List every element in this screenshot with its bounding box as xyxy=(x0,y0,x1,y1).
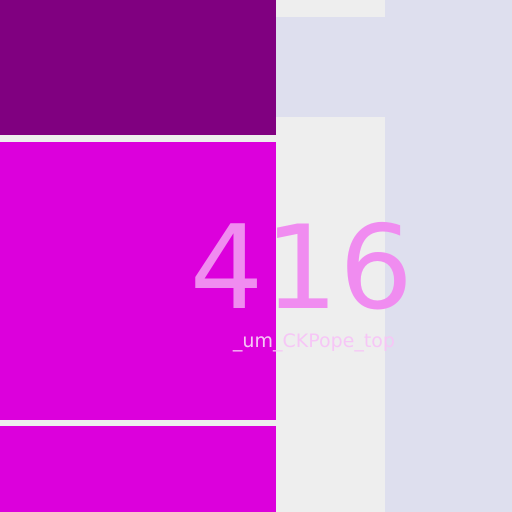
dashboard-canvas: 416 _um_CKPope_top xyxy=(0,0,512,512)
metric-value: 416 xyxy=(189,201,414,336)
dark-purple-tile[interactable] xyxy=(0,0,276,135)
magenta-tile-bottom[interactable] xyxy=(0,426,276,512)
metric-caption: _um_CKPope_top xyxy=(232,330,395,352)
lavender-top-band xyxy=(276,17,386,117)
